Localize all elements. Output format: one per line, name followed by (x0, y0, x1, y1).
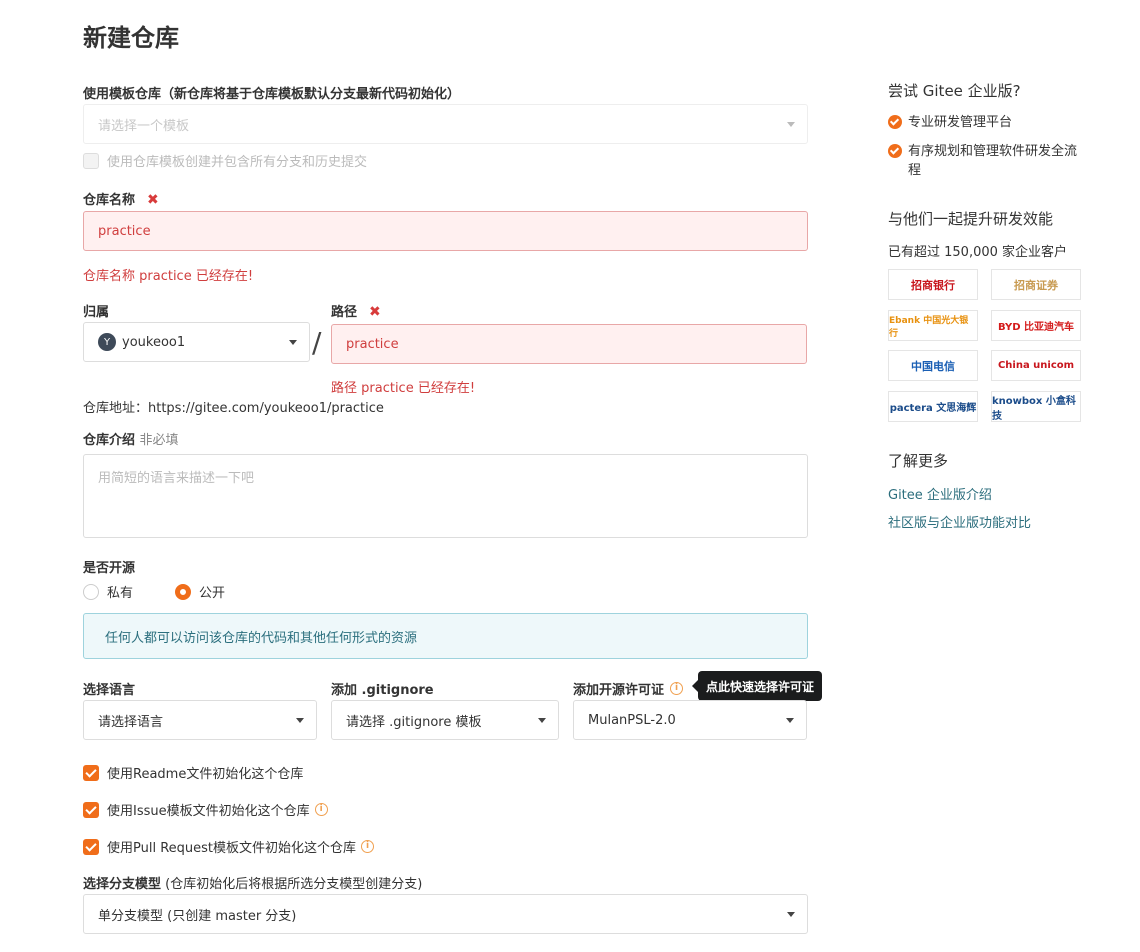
visibility-notice: 任何人都可以访问该仓库的代码和其他任何形式的资源 (83, 613, 808, 659)
branch-model-select[interactable]: 单分支模型 (只创建 master 分支) (83, 894, 808, 934)
logo-chinaunicom: China unicom (991, 350, 1081, 381)
visibility-label: 是否开源 (83, 561, 136, 576)
init-issue-checkbox[interactable] (83, 801, 99, 818)
language-value: 请选择语言 (98, 714, 164, 730)
sidebar-feature-text: 专业研发管理平台 (908, 115, 1013, 130)
page-title: 新建仓库 (83, 24, 179, 52)
language-label: 选择语言 (83, 683, 136, 698)
branch-model-label-text: 选择分支模型 (83, 877, 162, 892)
info-icon[interactable]: i (361, 840, 375, 853)
path-input[interactable]: practice (331, 324, 807, 364)
repo-name-label-text: 仓库名称 (83, 193, 136, 208)
logo-knowbox: knowbox 小盒科技 (991, 391, 1081, 422)
edition-compare-link[interactable]: 社区版与企业版功能对比 (888, 512, 1031, 531)
description-placeholder: 用简短的语言来描述一下吧 (98, 471, 255, 486)
description-label: 仓库介绍 非必填 (83, 429, 179, 448)
template-branches-label: 使用仓库模板创建并包含所有分支和历史提交 (107, 155, 368, 170)
branch-model-label: 选择分支模型 (仓库初始化后将根据所选分支模型创建分支) (83, 873, 422, 892)
chevron-down-icon (296, 718, 304, 723)
sidebar-feature: 有序规划和管理软件研发全流程 (888, 142, 1088, 180)
repo-name-error: 仓库名称 practice 已经存在! (83, 269, 254, 284)
logo-chinatelecom: 中国电信 (888, 350, 978, 381)
chevron-down-icon (538, 718, 546, 723)
sidebar-feature-text: 有序规划和管理软件研发全流程 (908, 144, 1078, 178)
path-label-text: 路径 (331, 305, 358, 320)
path-value: practice (346, 336, 399, 352)
language-select[interactable]: 请选择语言 (83, 700, 317, 740)
template-branches-option[interactable]: 使用仓库模板创建并包含所有分支和历史提交 (83, 151, 367, 170)
init-pr-option[interactable]: 使用Pull Request模板文件初始化这个仓库 i (83, 837, 375, 856)
private-radio[interactable] (83, 583, 99, 600)
license-tooltip: 点此快速选择许可证 (692, 671, 822, 701)
logo-cmbsec: 招商证券 (991, 269, 1081, 300)
path-label: 路径 ✖ (331, 301, 381, 320)
sidebar-feature: 专业研发管理平台 (888, 113, 1088, 132)
chevron-down-icon (289, 340, 297, 345)
sidebar-learn-title: 了解更多 (888, 452, 949, 470)
repo-name-input[interactable]: practice (83, 211, 808, 251)
sidebar-customers: 已有超过 150,000 家企业客户 (888, 245, 1068, 260)
repo-name-value: practice (98, 223, 151, 239)
gitignore-label: 添加 .gitignore (331, 683, 434, 698)
init-issue-label: 使用Issue模板文件初始化这个仓库 (107, 804, 310, 819)
chevron-down-icon (787, 912, 795, 917)
init-pr-label: 使用Pull Request模板文件初始化这个仓库 (107, 841, 357, 856)
chevron-down-icon (786, 718, 794, 723)
license-value: MulanPSL-2.0 (588, 712, 676, 728)
owner-select[interactable]: Y youkeoo1 (83, 322, 310, 362)
init-readme-checkbox[interactable] (83, 764, 99, 781)
owner-value: youkeoo1 (122, 334, 186, 350)
required-icon: ✖ (147, 192, 159, 208)
info-icon[interactable]: i (670, 682, 684, 695)
description-label-text: 仓库介绍 (83, 433, 136, 448)
logo-cebbank: Ebank 中国光大银行 (888, 310, 978, 341)
license-label-text: 添加开源许可证 (573, 683, 665, 698)
gitignore-select[interactable]: 请选择 .gitignore 模板 (331, 700, 559, 740)
private-label: 私有 (107, 586, 134, 601)
check-circle-icon (888, 144, 902, 158)
check-circle-icon (888, 115, 902, 129)
logo-byd: BYD 比亚迪汽车 (991, 310, 1081, 341)
sidebar-try-title: 尝试 Gitee 企业版? (888, 82, 1021, 100)
license-label: 添加开源许可证 i (573, 679, 684, 698)
branch-model-hint: (仓库初始化后将根据所选分支模型创建分支) (165, 877, 423, 892)
repo-address: 仓库地址：https://gitee.com/youkeoo1/practice (83, 401, 384, 416)
template-branches-checkbox[interactable] (83, 152, 99, 169)
public-label: 公开 (199, 586, 226, 601)
chevron-down-icon (787, 122, 795, 127)
init-issue-option[interactable]: 使用Issue模板文件初始化这个仓库 i (83, 800, 328, 819)
path-error: 路径 practice 已经存在! (331, 381, 476, 396)
enterprise-intro-link[interactable]: Gitee 企业版介绍 (888, 484, 992, 503)
description-optional: 非必填 (139, 433, 179, 448)
init-pr-checkbox[interactable] (83, 838, 99, 855)
required-icon: ✖ (369, 304, 381, 320)
sidebar-join-title: 与他们一起提升研发效能 (888, 210, 1054, 228)
gitignore-value: 请选择 .gitignore 模板 (346, 714, 482, 730)
branch-model-value: 单分支模型 (只创建 master 分支) (98, 908, 297, 924)
template-placeholder: 请选择一个模板 (98, 118, 190, 134)
owner-label: 归属 (83, 305, 110, 320)
init-readme-label: 使用Readme文件初始化这个仓库 (107, 767, 304, 782)
visibility-public-option[interactable]: 公开 (175, 582, 225, 601)
description-textarea[interactable]: 用简短的语言来描述一下吧 (83, 454, 808, 538)
template-select[interactable]: 请选择一个模板 (83, 104, 808, 144)
logo-cmb: 招商银行 (888, 269, 978, 300)
logo-pactera: pactera 文思海辉 (888, 391, 978, 422)
repo-name-label: 仓库名称 ✖ (83, 189, 159, 208)
license-select[interactable]: MulanPSL-2.0 (573, 700, 807, 740)
template-label: 使用模板仓库（新仓库将基于仓库模板默认分支最新代码初始化） (83, 87, 461, 102)
avatar: Y (98, 333, 116, 351)
path-separator: / (312, 326, 322, 359)
public-radio[interactable] (175, 583, 191, 600)
info-icon[interactable]: i (314, 803, 328, 816)
init-readme-option[interactable]: 使用Readme文件初始化这个仓库 (83, 763, 303, 782)
visibility-private-option[interactable]: 私有 (83, 582, 133, 601)
